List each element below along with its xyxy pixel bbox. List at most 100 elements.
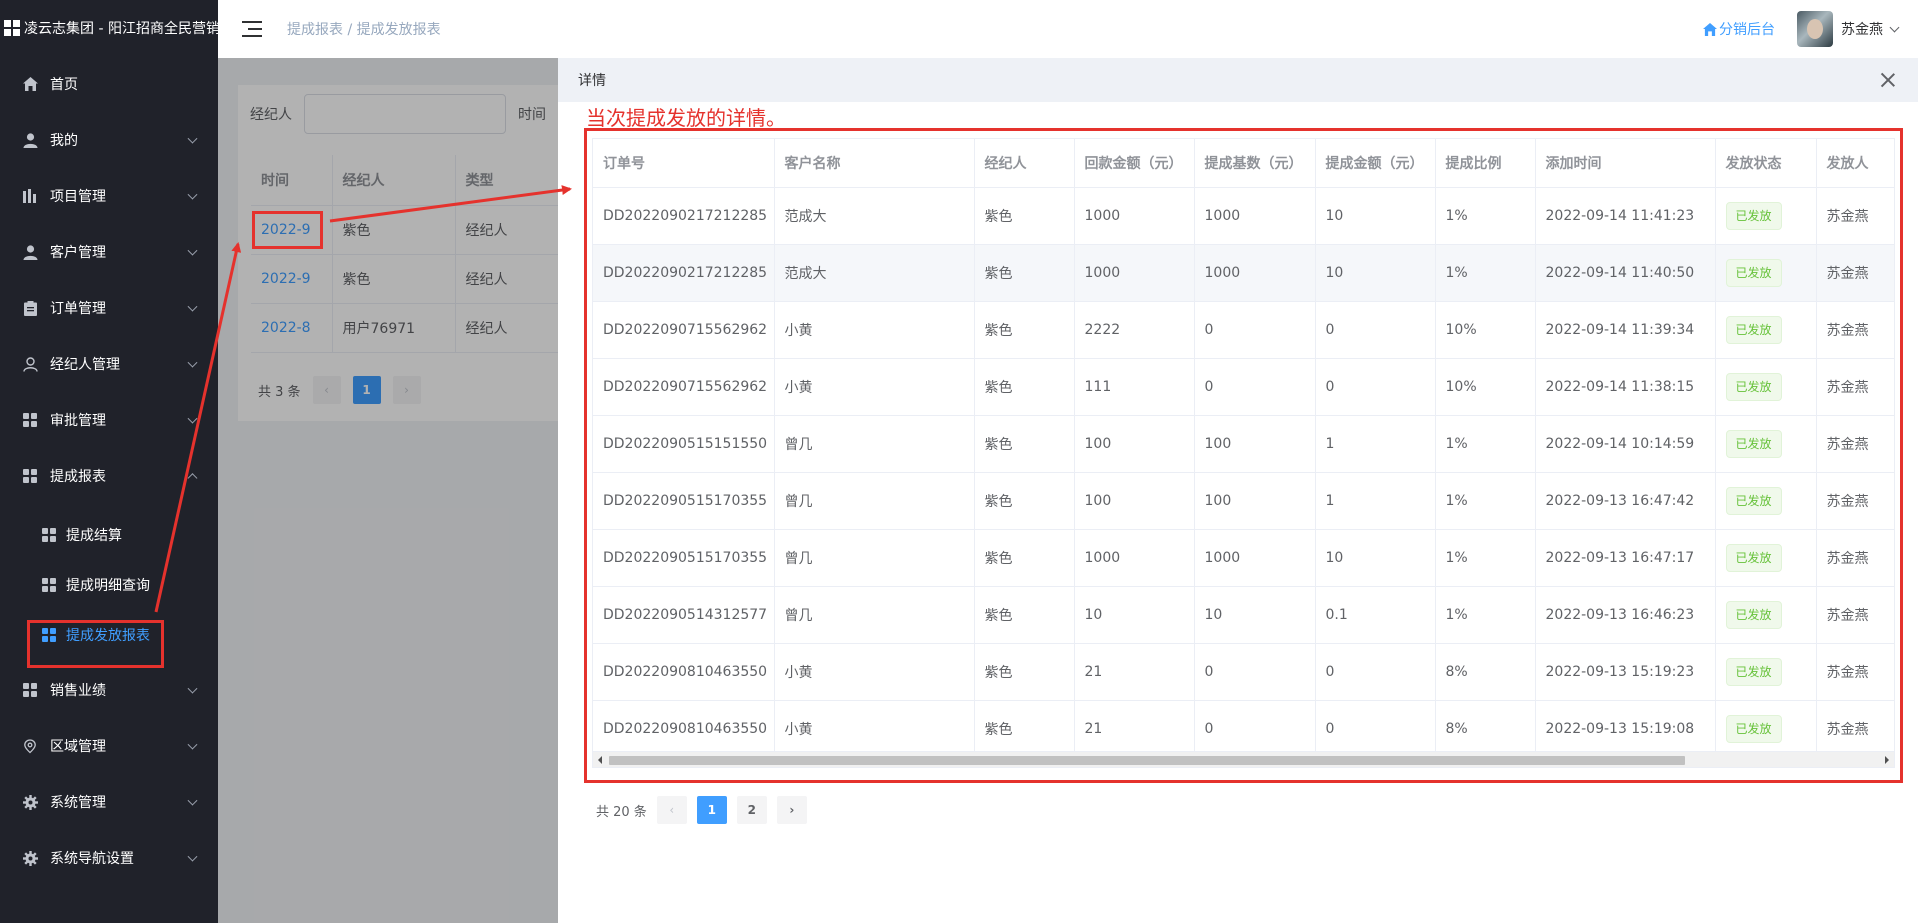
backend-link[interactable]: 分销后台 <box>1703 19 1775 39</box>
table-row[interactable]: DD2022090217212285 范成大 紫色 1000 1000 10 1% 2022-… <box>593 187 1894 245</box>
prev-page-button[interactable]: ‹ <box>656 796 687 824</box>
table-cell: DD2022090217212285 <box>593 244 775 302</box>
sidebar-item-home[interactable]: 首页 <box>0 56 218 112</box>
sidebar-item-commission-reports[interactable]: 提成报表 <box>0 448 218 504</box>
sidebar-item-system[interactable]: 系统管理 <box>0 774 218 830</box>
gear-icon <box>22 850 38 866</box>
table-cell: 2022-09-14 10:14:59 <box>1535 415 1716 473</box>
grid-icon <box>22 468 38 484</box>
table-cell: 苏金燕 <box>1816 244 1894 302</box>
sidebar-item-label: 销售业绩 <box>50 683 106 699</box>
user-outline-icon <box>22 356 38 372</box>
table-cell: 10% <box>1435 358 1536 416</box>
column-header: 添加时间 <box>1535 139 1716 188</box>
status-badge: 已发放 <box>1725 600 1782 629</box>
status-badge: 已发放 <box>1725 315 1782 344</box>
sidebar-subitem-settlement[interactable]: 提成结算 <box>0 510 218 560</box>
status-badge: 已发放 <box>1725 657 1782 686</box>
table-row[interactable]: DD2022090515170355 曾几 紫色 100 100 1 1% 2022-09-1… <box>593 472 1894 530</box>
column-header: 经纪人 <box>974 139 1075 188</box>
sidebar-item-agents[interactable]: 经纪人管理 <box>0 336 218 392</box>
table-cell: DD2022090715562962 <box>593 301 775 359</box>
table-row[interactable]: DD2022090514312577 曾几 紫色 10 10 0.1 1% 2022-09-1… <box>593 586 1894 644</box>
sidebar-item-orders[interactable]: 订单管理 <box>0 280 218 336</box>
table-cell: 苏金燕 <box>1816 187 1894 245</box>
table-cell: 21 <box>1074 700 1195 758</box>
chevron-down-icon <box>187 795 198 806</box>
user-icon <box>22 244 38 260</box>
table-cell: 10 <box>1315 244 1436 302</box>
status-cell: 已发放 <box>1715 358 1817 416</box>
table-row[interactable]: DD2022090810463550 小黄 紫色 21 0 0 8% 2022-09-13 1… <box>593 700 1894 758</box>
chevron-down-icon <box>187 413 198 424</box>
location-icon <box>22 738 38 754</box>
column-header: 提成金额（元） <box>1315 139 1436 188</box>
pagination-total: 共 20 条 <box>596 804 647 820</box>
sidebar-subitem-detail-query[interactable]: 提成明细查询 <box>0 560 218 610</box>
page-button-2[interactable]: 2 <box>736 796 767 824</box>
table-cell: 1% <box>1435 415 1536 473</box>
sidebar-item-customers[interactable]: 客户管理 <box>0 224 218 280</box>
avatar[interactable] <box>1797 11 1833 47</box>
drawer-title: 详情 <box>578 73 606 89</box>
sidebar-item-approvals[interactable]: 审批管理 <box>0 392 218 448</box>
chevron-up-icon <box>187 473 198 484</box>
home-icon <box>22 76 38 92</box>
sidebar-item-nav-settings[interactable]: 系统导航设置 <box>0 830 218 886</box>
status-cell: 已发放 <box>1715 700 1817 758</box>
sidebar-item-projects[interactable]: 项目管理 <box>0 168 218 224</box>
table-cell: 10 <box>1074 586 1195 644</box>
table-cell: 范成大 <box>774 187 975 245</box>
breadcrumb: 提成报表 / 提成发放报表 <box>287 22 441 38</box>
table-cell: 1000 <box>1194 529 1316 587</box>
table-row[interactable]: DD2022090515170355 曾几 紫色 1000 1000 10 1% 2022-0… <box>593 529 1894 587</box>
status-cell: 已发放 <box>1715 643 1817 701</box>
table-cell: 0 <box>1315 301 1436 359</box>
table-cell: 紫色 <box>974 301 1075 359</box>
table-row[interactable]: DD2022090515151550 曾几 紫色 100 100 1 1% 2022-09-1… <box>593 415 1894 473</box>
detail-table-container: 订单号 客户名称 经纪人 回款金额（元） 提成基数（元） 提成金额（元） 提成比… <box>592 138 1895 768</box>
scroll-left-icon[interactable] <box>598 756 602 764</box>
table-cell: DD2022090715562962 <box>593 358 775 416</box>
menu-toggle-icon[interactable] <box>242 21 262 37</box>
sidebar-item-mine[interactable]: 我的 <box>0 112 218 168</box>
table-cell: 苏金燕 <box>1816 415 1894 473</box>
horizontal-scrollbar[interactable] <box>593 751 1894 767</box>
detail-table: 订单号 客户名称 经纪人 回款金额（元） 提成基数（元） 提成金额（元） 提成比… <box>593 139 1894 758</box>
drawer-header: 详情 <box>558 58 1918 102</box>
table-cell: 紫色 <box>974 643 1075 701</box>
table-row[interactable]: DD2022090715562962 小黄 紫色 111 0 0 10% 2022-09-14… <box>593 358 1894 416</box>
table-row[interactable]: DD2022090810463550 小黄 紫色 21 0 0 8% 2022-09-13 1… <box>593 643 1894 701</box>
scrollbar-thumb[interactable] <box>609 756 1685 765</box>
page-button-1[interactable]: 1 <box>696 796 727 824</box>
scroll-right-icon[interactable] <box>1885 756 1889 764</box>
chevron-down-icon[interactable] <box>1889 22 1900 32</box>
chevron-down-icon <box>187 357 198 368</box>
table-row[interactable]: DD2022090217212285 范成大 紫色 1000 1000 10 1% 2022-… <box>593 244 1894 302</box>
sidebar-item-regions[interactable]: 区域管理 <box>0 718 218 774</box>
table-cell: 0 <box>1194 643 1316 701</box>
column-header: 订单号 <box>593 139 775 188</box>
table-cell: DD2022090810463550 <box>593 643 775 701</box>
table-row[interactable]: DD2022090715562962 小黄 紫色 2222 0 0 10% 2022-09-1… <box>593 301 1894 359</box>
table-cell: 苏金燕 <box>1816 586 1894 644</box>
table-cell: DD2022090810463550 <box>593 700 775 758</box>
sidebar-item-label: 提成报表 <box>50 469 106 485</box>
next-page-button[interactable]: › <box>776 796 807 824</box>
column-header: 回款金额（元） <box>1074 139 1195 188</box>
close-icon[interactable] <box>1880 72 1896 88</box>
sidebar-item-sales[interactable]: 销售业绩 <box>0 662 218 718</box>
app-logo[interactable]: 凌云志集团 - 阳江招商全民营销 <box>0 0 218 56</box>
table-cell: 2022-09-13 15:19:23 <box>1535 643 1716 701</box>
status-badge: 已发放 <box>1725 714 1782 743</box>
table-cell: 10 <box>1315 187 1436 245</box>
table-cell: 21 <box>1074 643 1195 701</box>
username[interactable]: 苏金燕 <box>1841 19 1883 39</box>
status-cell: 已发放 <box>1715 529 1817 587</box>
table-cell: 曾几 <box>774 415 975 473</box>
top-header: 提成报表 / 提成发放报表 分销后台 苏金燕 <box>218 0 1918 58</box>
table-cell: DD2022090515151550 <box>593 415 775 473</box>
table-cell: 苏金燕 <box>1816 700 1894 758</box>
table-cell: 8% <box>1435 700 1536 758</box>
table-cell: 曾几 <box>774 529 975 587</box>
